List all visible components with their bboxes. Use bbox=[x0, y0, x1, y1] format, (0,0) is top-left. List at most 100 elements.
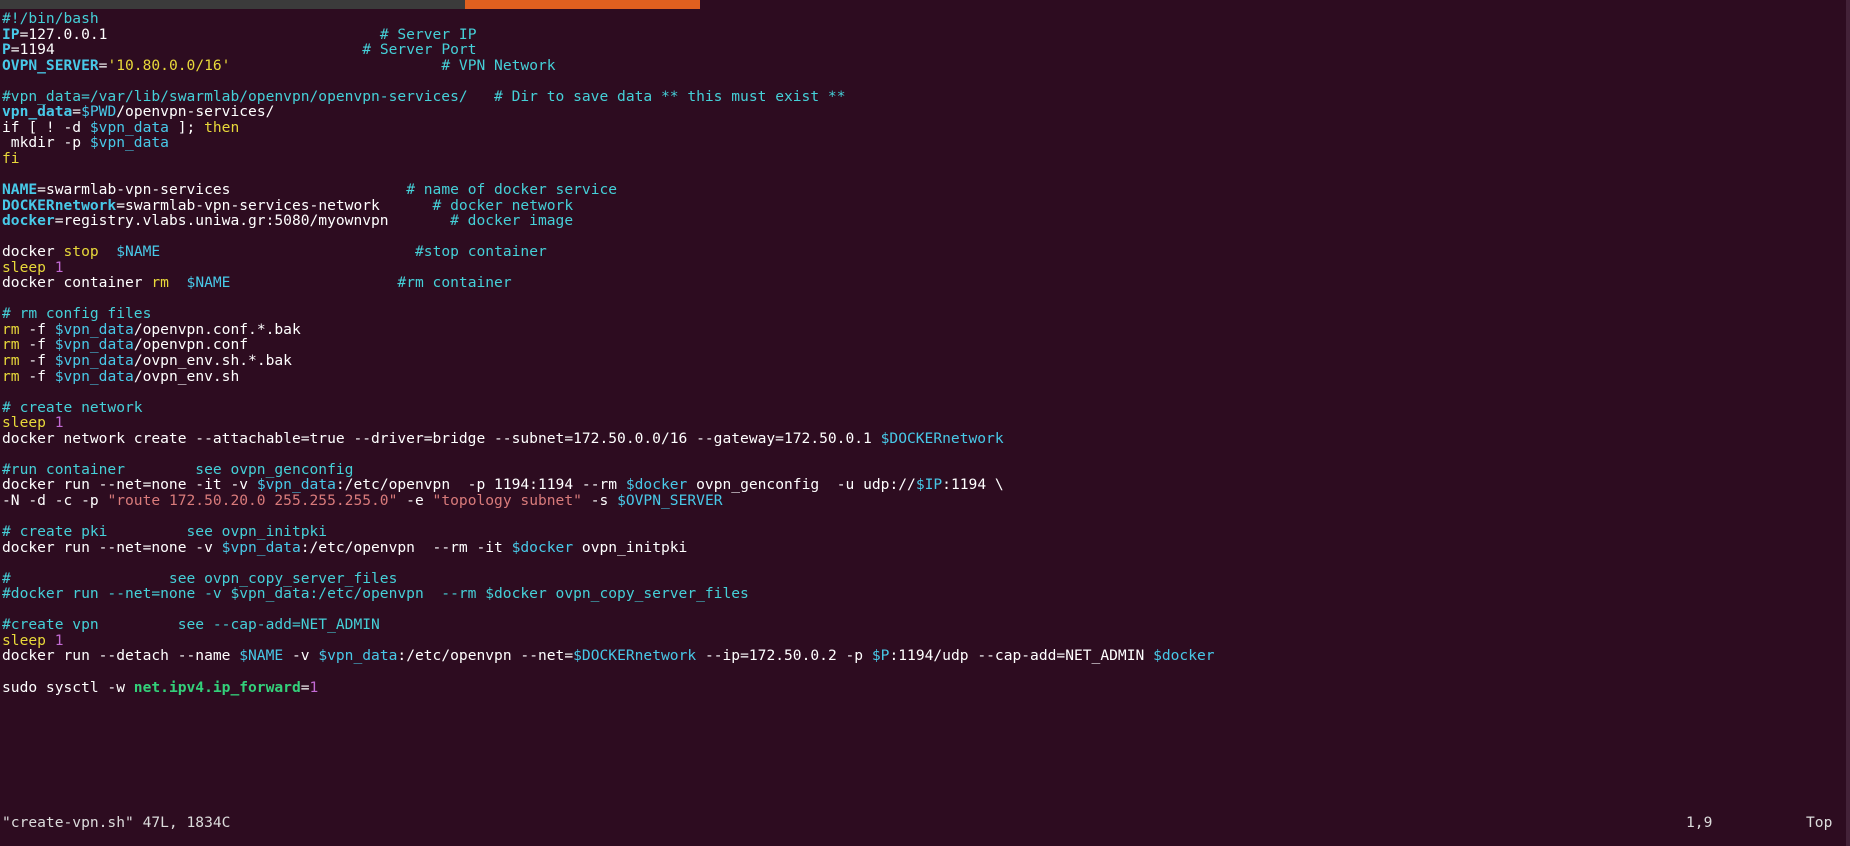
code-token-comment: # VPN Network bbox=[441, 56, 556, 74]
code-line: sleep 1 bbox=[2, 258, 1850, 276]
code-token-varuse: $PWD bbox=[81, 103, 117, 121]
code-token-comment: #rm container bbox=[397, 274, 512, 292]
code-token-comment: # see ovpn_copy_server_files bbox=[2, 569, 398, 587]
code-token-plain: --ip=172.50.0.2 -p bbox=[696, 647, 872, 665]
code-token-comment: #create vpn see --cap-add=NET_ADMIN bbox=[2, 616, 380, 634]
code-token-plain: =127.0.0.1 bbox=[19, 25, 108, 43]
code-token-plain: :1194 \ bbox=[942, 476, 1004, 494]
source-code-buffer[interactable]: #!/bin/bash IP=127.0.0.1 # Server IP P=119… bbox=[0, 9, 1850, 695]
code-token-varuse: $vpn_data bbox=[89, 118, 169, 136]
code-token-plain: -f bbox=[19, 367, 55, 385]
code-token-number: 1 bbox=[54, 631, 64, 649]
code-line: docker=registry.vlabs.uniwa.gr:5080/myow… bbox=[2, 213, 1850, 229]
code-line: OVPN_SERVER='10.80.0.0/16' # VPN Network bbox=[2, 56, 1850, 74]
code-token-plain: -s bbox=[581, 491, 618, 509]
code-token-builtin: rm bbox=[151, 274, 169, 292]
code-token-comment: #!/bin/bash bbox=[2, 10, 99, 27]
code-line: if [ ! -d $vpn_data ]; then bbox=[2, 120, 1850, 136]
code-token-plain: -f bbox=[19, 336, 55, 354]
code-token-builtin: rm bbox=[2, 352, 20, 370]
code-line: #run container see ovpn_genconfig bbox=[2, 462, 1850, 478]
code-line: docker stop $NAME #stop container bbox=[2, 244, 1850, 260]
code-token-plain: sudo sysctl -w bbox=[2, 678, 134, 696]
code-token-plain: docker network create --attachable=true … bbox=[2, 429, 881, 447]
code-token-plain: /openvpn-services/ bbox=[116, 103, 275, 121]
code-token-plain: docker container bbox=[2, 274, 152, 292]
code-token-comment: # docker image bbox=[450, 212, 574, 230]
code-line: #!/bin/bash bbox=[2, 11, 1850, 27]
code-token-varuse: $docker bbox=[625, 476, 688, 494]
code-token-varuse: $vpn_data bbox=[54, 336, 134, 354]
code-token-plain: docker run --detach --name bbox=[2, 647, 240, 665]
code-token-builtin: stop bbox=[63, 243, 99, 261]
code-line: rm -f $vpn_data/openvpn.conf.*.bak bbox=[2, 322, 1850, 338]
code-token-plain: -f bbox=[19, 352, 55, 370]
code-line: docker run --detach --name $NAME -v $vpn… bbox=[2, 648, 1850, 664]
code-line: DOCKERnetwork=swarmlab-vpn-services-netw… bbox=[2, 196, 1850, 214]
code-token-varuse: $vpn_data bbox=[54, 367, 134, 385]
code-token-comment: # create network bbox=[2, 398, 143, 416]
code-line: # see ovpn_copy_server_files bbox=[2, 569, 1850, 587]
code-token-plain: :1194/udp --cap-add=NET_ADMIN bbox=[889, 647, 1154, 665]
code-token-number: 1 bbox=[54, 414, 64, 432]
code-token-plain: mkdir -p bbox=[2, 134, 90, 152]
code-line: docker network create --attachable=true … bbox=[2, 429, 1850, 447]
code-token-comment: #stop container bbox=[415, 243, 547, 261]
code-token-builtin: sleep bbox=[2, 414, 46, 432]
code-line: mkdir -p $vpn_data bbox=[2, 135, 1850, 151]
code-token-plain: -e bbox=[397, 491, 433, 509]
code-token-plain: -f bbox=[19, 320, 55, 338]
code-token-comment: # rm config files bbox=[2, 305, 152, 323]
code-token-builtin: sleep bbox=[2, 258, 46, 276]
code-token-number: 1 bbox=[54, 258, 64, 276]
code-token-plain: =swarmlab-vpn-services-network bbox=[116, 196, 380, 214]
code-token-var: NAME bbox=[2, 181, 38, 199]
code-token-dqstring: "route 172.50.20.0 255.255.255.0" bbox=[107, 491, 398, 509]
code-token-varuse: $DOCKERnetwork bbox=[573, 647, 697, 665]
code-line: vpn_data=$PWD/openvpn-services/ bbox=[2, 104, 1850, 120]
code-token-comment: # docker network bbox=[432, 196, 574, 214]
code-token-plain: =1194 bbox=[10, 41, 55, 59]
code-token-varuse: $vpn_data bbox=[89, 134, 169, 152]
code-line: sleep 1 bbox=[2, 633, 1850, 649]
code-token-plain: ovpn_genconfig -u udp:// bbox=[687, 476, 916, 494]
vim-editor-area[interactable]: #!/bin/bash IP=127.0.0.1 # Server IP P=119… bbox=[0, 9, 1850, 808]
topbar-orange-segment bbox=[465, 0, 700, 9]
code-line: #vpn_data=/var/lib/swarmlab/openvpn/open… bbox=[2, 87, 1850, 105]
code-token-plain: :/etc/openvpn --net= bbox=[397, 647, 574, 665]
code-token-varuse: $IP bbox=[915, 476, 943, 494]
code-token-builtin: then bbox=[204, 118, 240, 136]
code-token-var: docker bbox=[2, 212, 55, 230]
code-token-comment: #docker run --net=none -v $vpn_data:/etc… bbox=[2, 585, 749, 603]
code-token-plain: =swarmlab-vpn-services bbox=[37, 181, 231, 199]
code-token-plain: :/etc/openvpn -p 1194:1194 --rm bbox=[335, 476, 626, 494]
code-token-plain: /ovpn_env.sh.*.bak bbox=[133, 352, 292, 370]
topbar-dark-segment bbox=[0, 0, 465, 9]
code-token-varuse: $NAME bbox=[116, 243, 161, 261]
code-token-plain: -N -d -c -p bbox=[2, 491, 108, 509]
code-line: docker run --net=none -it -v $vpn_data:/… bbox=[2, 477, 1850, 493]
status-file-info: "create-vpn.sh" 47L, 1834C bbox=[2, 814, 231, 831]
code-token-plain: = bbox=[72, 103, 82, 121]
code-token-builtin: fi bbox=[2, 149, 20, 167]
code-token-comment: #run container see ovpn_genconfig bbox=[2, 460, 354, 478]
code-token-plain: =registry.vlabs.uniwa.gr:5080/myownvpn bbox=[54, 212, 389, 230]
code-token-comment: #vpn_data=/var/lib/swarmlab/openvpn/open… bbox=[2, 87, 468, 105]
